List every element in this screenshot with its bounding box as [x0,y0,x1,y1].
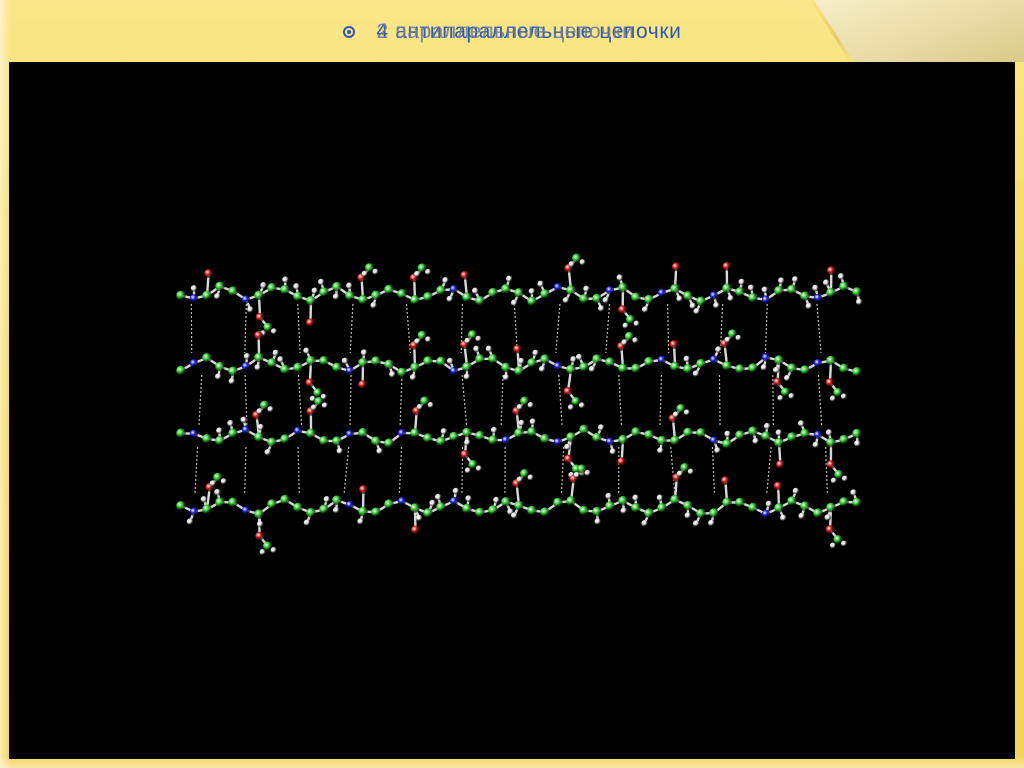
molecular-structure-image [9,62,1015,759]
title-line-parallel: 2 параллельные цепочки [376,20,635,43]
circle-bullet-icon [342,26,355,38]
title-text-stack: 4 антипараллельные цепочки 2 параллельны… [377,19,682,45]
slide-title: 4 антипараллельные цепочки 2 параллельны… [0,14,1024,50]
molecule-svg [176,253,863,556]
